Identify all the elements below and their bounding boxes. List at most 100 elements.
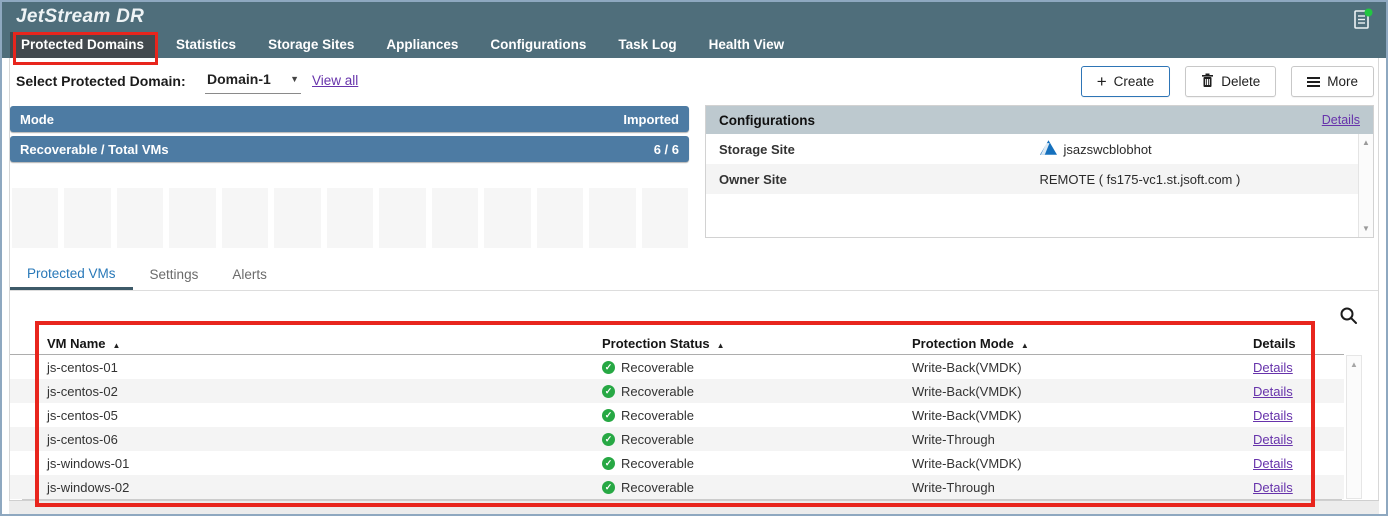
row-details-link[interactable]: Details — [1253, 384, 1293, 399]
plus-icon: + — [1097, 73, 1107, 90]
storage-site-value: jsazswcblobhot — [1064, 142, 1152, 157]
nav-statistics[interactable]: Statistics — [165, 32, 247, 58]
configurations-panel: Configurations Details Storage Site jsaz… — [705, 105, 1374, 238]
table-row: js-centos-02 ✓ Recoverable Write-Back(VM… — [10, 379, 1344, 403]
recoverable-check-icon: ✓ — [602, 457, 615, 470]
protection-mode: Write-Back(VMDK) — [912, 456, 1253, 471]
row-details-link[interactable]: Details — [1253, 360, 1293, 375]
content-left-border — [9, 58, 10, 501]
config-scrollbar[interactable]: ▲ ▼ — [1358, 134, 1373, 237]
table-row: js-centos-05 ✓ Recoverable Write-Back(VM… — [10, 403, 1344, 427]
protection-status: ✓ Recoverable — [602, 432, 912, 447]
recoverable-vms-bar: Recoverable / Total VMs 6 / 6 — [10, 136, 689, 162]
row-details-link[interactable]: Details — [1253, 456, 1293, 471]
nav-appliances[interactable]: Appliances — [375, 32, 469, 58]
azure-icon — [1040, 140, 1057, 158]
col-protection-status[interactable]: Protection Status▲ — [602, 336, 912, 351]
bottom-scroll-strip — [9, 500, 1379, 514]
nav-storage-sites[interactable]: Storage Sites — [257, 32, 365, 58]
protection-status: ✓ Recoverable — [602, 456, 912, 471]
vm-name: js-centos-02 — [47, 384, 602, 399]
tab-alerts[interactable]: Alerts — [215, 259, 284, 290]
configurations-title: Configurations — [719, 113, 815, 128]
vm-name: js-windows-02 — [47, 480, 602, 495]
recoverable-vms-label: Recoverable / Total VMs — [20, 142, 169, 157]
col-vm-name[interactable]: VM Name▲ — [47, 336, 602, 351]
protected-vms-table: VM Name▲ Protection Status▲ Protection M… — [10, 332, 1344, 499]
app-logo: JetStream DR — [16, 6, 144, 28]
nav-configurations[interactable]: Configurations — [479, 32, 597, 58]
table-row: js-windows-02 ✓ Recoverable Write-Throug… — [10, 475, 1344, 499]
row-details-link[interactable]: Details — [1253, 408, 1293, 423]
table-row: js-centos-01 ✓ Recoverable Write-Back(VM… — [10, 355, 1344, 379]
table-row: js-centos-06 ✓ Recoverable Write-Through… — [10, 427, 1344, 451]
more-button[interactable]: More — [1291, 66, 1374, 97]
task-report-icon[interactable] — [1352, 7, 1374, 31]
vm-name: js-centos-05 — [47, 408, 602, 423]
protection-status: ✓ Recoverable — [602, 360, 912, 375]
configurations-details-link[interactable]: Details — [1322, 113, 1360, 127]
recoverable-check-icon: ✓ — [602, 481, 615, 494]
domain-dropdown-value: Domain-1 — [207, 71, 271, 87]
protection-mode: Write-Back(VMDK) — [912, 408, 1253, 423]
nav-task-log[interactable]: Task Log — [607, 32, 687, 58]
protection-status: ✓ Recoverable — [602, 384, 912, 399]
recoverable-check-icon: ✓ — [602, 361, 615, 374]
vm-name: js-windows-01 — [47, 456, 602, 471]
recoverable-vms-value: 6 / 6 — [654, 142, 679, 157]
sort-asc-icon: ▲ — [717, 341, 725, 350]
col-details: Details — [1253, 336, 1344, 351]
sort-asc-icon: ▲ — [113, 341, 121, 350]
search-icon[interactable] — [1339, 306, 1358, 325]
configurations-body: Storage Site jsazswcblobhot Owner Site R… — [706, 134, 1373, 237]
mode-value: Imported — [623, 112, 679, 127]
protection-mode: Write-Back(VMDK) — [912, 360, 1253, 375]
domain-dropdown[interactable]: Domain-1 ▼ — [205, 69, 301, 94]
sort-asc-icon: ▲ — [1021, 341, 1029, 350]
content-right-border — [1378, 58, 1379, 501]
tab-settings[interactable]: Settings — [133, 259, 216, 290]
configurations-header: Configurations Details — [706, 106, 1373, 134]
config-row-owner-site: Owner Site REMOTE ( fs175-vc1.st.jsoft.c… — [706, 164, 1373, 194]
table-row: js-windows-01 ✓ Recoverable Write-Back(V… — [10, 451, 1344, 475]
scroll-up-icon[interactable]: ▲ — [1350, 360, 1358, 498]
protection-status: ✓ Recoverable — [602, 480, 912, 495]
main-nav: Protected Domains Statistics Storage Sit… — [10, 32, 795, 58]
row-details-link[interactable]: Details — [1253, 480, 1293, 495]
nav-protected-domains[interactable]: Protected Domains — [10, 32, 155, 58]
tab-protected-vms[interactable]: Protected VMs — [10, 259, 133, 290]
mode-label: Mode — [20, 112, 54, 127]
toolbar-buttons: + Create Delete More — [1081, 66, 1374, 97]
domain-toolbar: Select Protected Domain: Domain-1 ▼ View… — [2, 58, 1386, 105]
app-header: JetStream DR Protected Domains Statistic… — [2, 2, 1386, 58]
vm-name: js-centos-01 — [47, 360, 602, 375]
protection-mode: Write-Back(VMDK) — [912, 384, 1253, 399]
col-protection-mode[interactable]: Protection Mode▲ — [912, 336, 1253, 351]
row-details-link[interactable]: Details — [1253, 432, 1293, 447]
vm-name: js-centos-06 — [47, 432, 602, 447]
nav-health-view[interactable]: Health View — [698, 32, 796, 58]
delete-button[interactable]: Delete — [1185, 66, 1276, 97]
recoverable-check-icon: ✓ — [602, 409, 615, 422]
detail-tabs: Protected VMs Settings Alerts — [10, 259, 284, 290]
view-all-link[interactable]: View all — [312, 73, 358, 88]
recoverable-check-icon: ✓ — [602, 385, 615, 398]
mode-summary-bar: Mode Imported — [10, 106, 689, 132]
select-domain-label: Select Protected Domain: — [16, 73, 186, 89]
stats-placeholder-grid — [12, 188, 688, 248]
config-row-storage-site: Storage Site jsazswcblobhot — [706, 134, 1373, 164]
protection-status: ✓ Recoverable — [602, 408, 912, 423]
tabs-divider — [10, 290, 1378, 291]
protection-mode: Write-Through — [912, 480, 1253, 495]
scroll-up-icon[interactable]: ▲ — [1362, 138, 1370, 147]
table-header: VM Name▲ Protection Status▲ Protection M… — [10, 332, 1344, 355]
trash-icon — [1201, 73, 1214, 91]
jetstream-dr-window: JetStream DR Protected Domains Statistic… — [0, 0, 1388, 516]
menu-icon — [1307, 77, 1320, 87]
table-scrollbar[interactable]: ▲ — [1346, 355, 1362, 499]
create-button[interactable]: + Create — [1081, 66, 1170, 97]
owner-site-value: REMOTE ( fs175-vc1.st.jsoft.com ) — [1040, 172, 1241, 187]
recoverable-check-icon: ✓ — [602, 433, 615, 446]
scroll-down-icon[interactable]: ▼ — [1362, 224, 1370, 233]
protection-mode: Write-Through — [912, 432, 1253, 447]
